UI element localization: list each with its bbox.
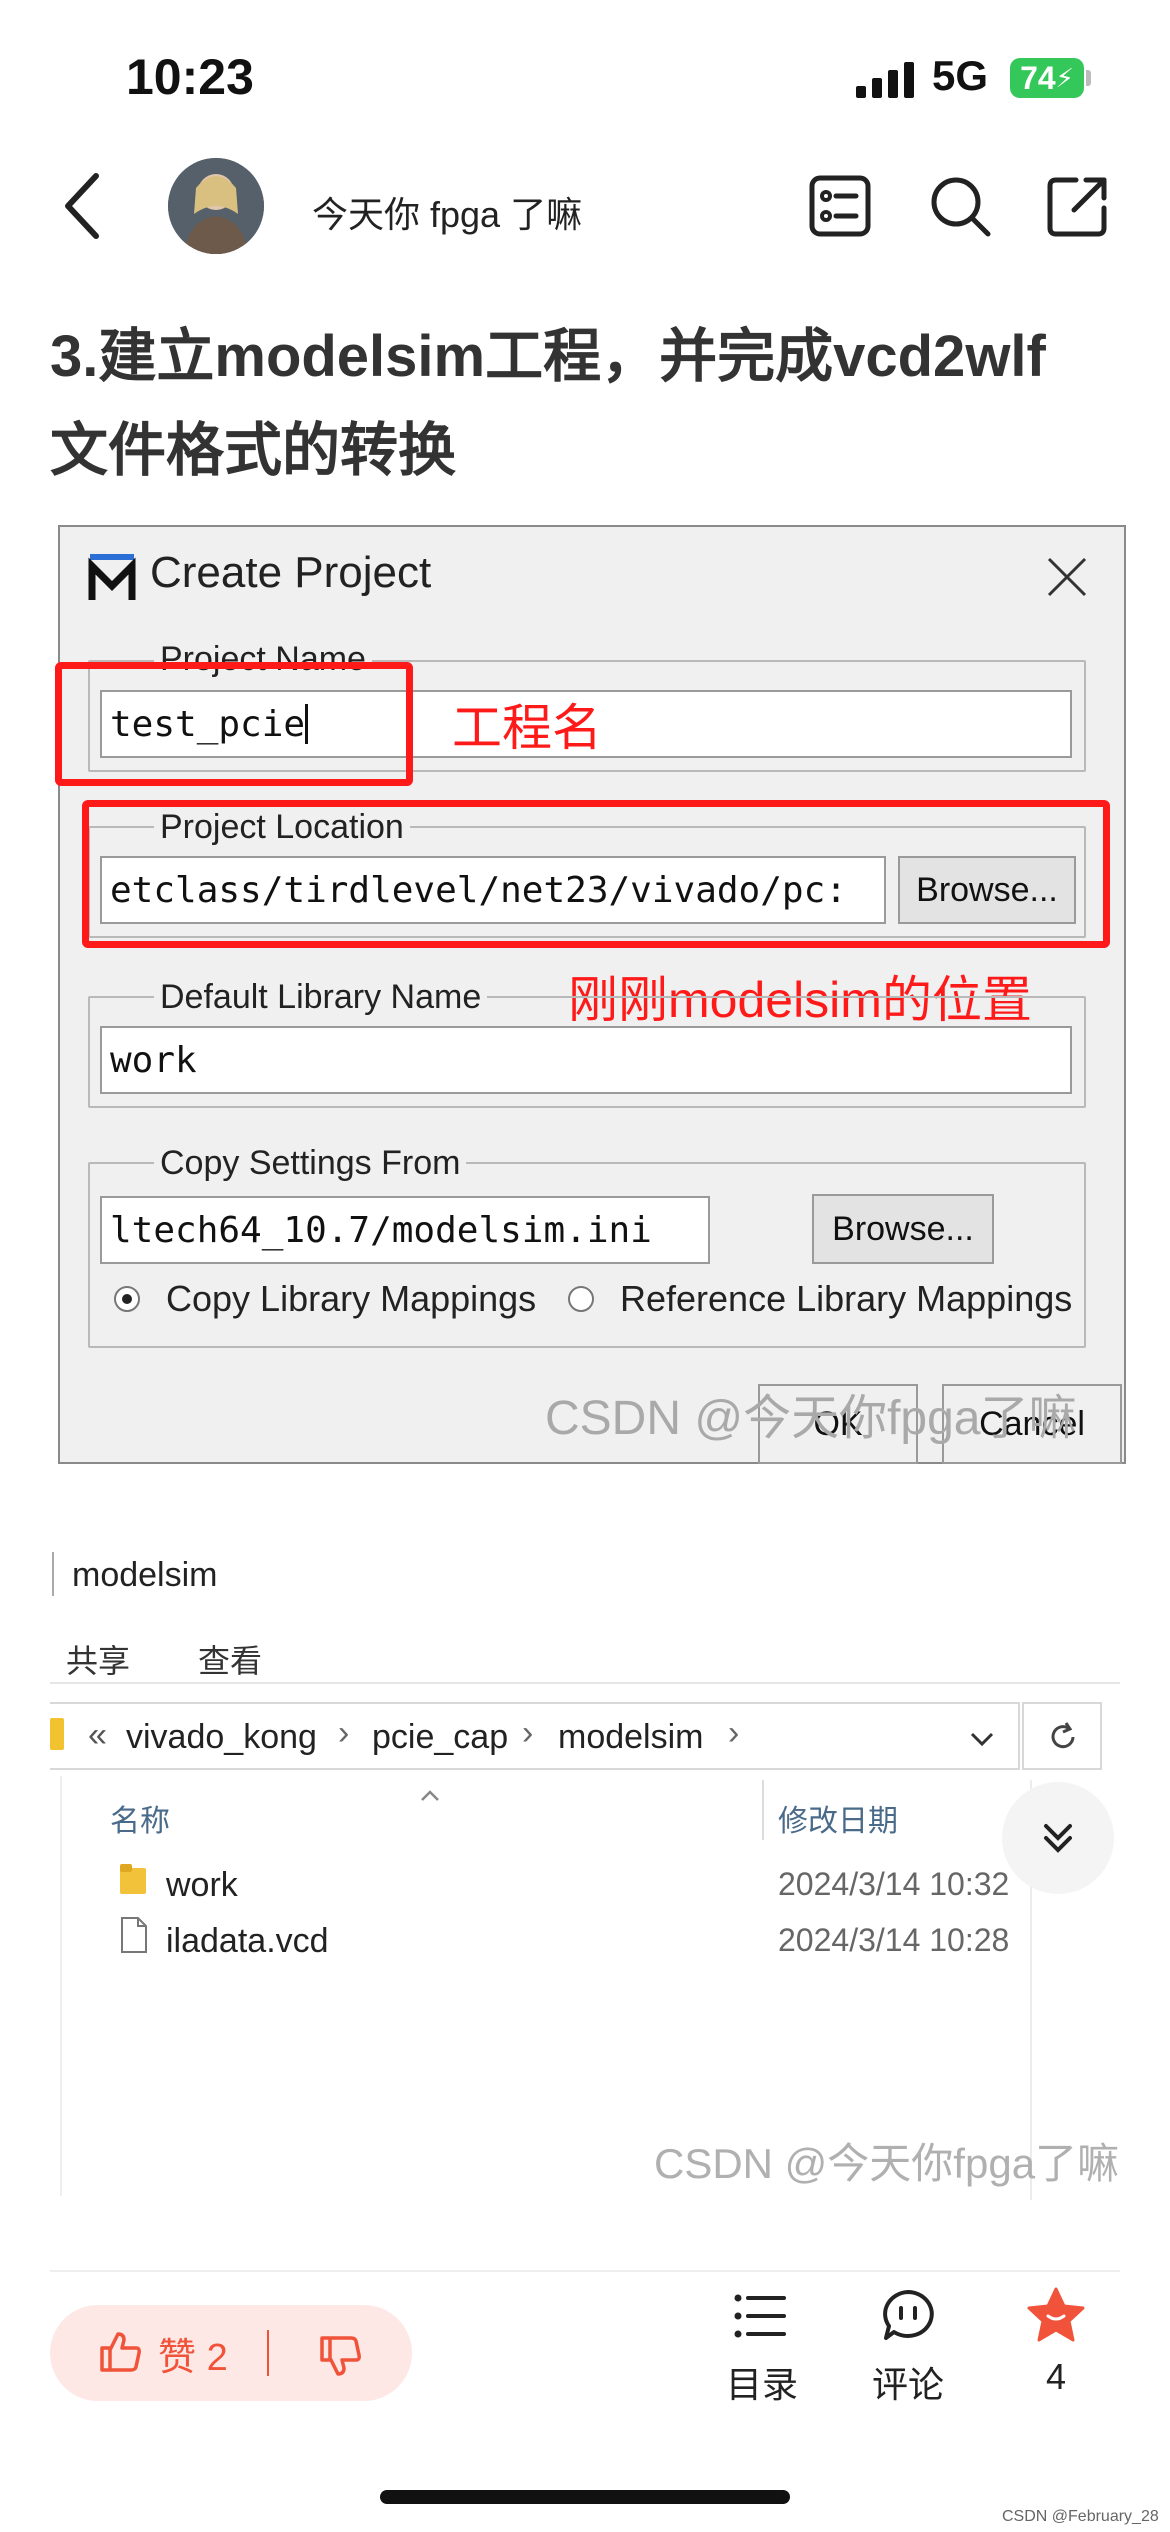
network-type: 5G <box>932 52 989 99</box>
explorer-title-divider <box>52 1552 54 1596</box>
breadcrumb-chevron-icon: › <box>522 1714 534 1752</box>
reference-mappings-radio[interactable] <box>568 1286 594 1312</box>
battery-icon: 74 ⚡ <box>1010 58 1084 98</box>
column-name-header[interactable]: 名称 <box>110 1796 170 1840</box>
file-date-work: 2024/3/14 10:32 <box>778 1866 1010 1902</box>
chevron-down-icon[interactable] <box>968 1724 996 1752</box>
search-icon[interactable] <box>928 174 992 238</box>
folder-icon <box>120 1864 146 1894</box>
list-icon[interactable] <box>808 174 872 238</box>
share-icon[interactable] <box>1046 174 1110 238</box>
menu-view[interactable]: 查看 <box>198 1636 262 1682</box>
corner-watermark: CSDN @February_28 <box>1002 2508 1159 2525</box>
menu-share[interactable]: 共享 <box>66 1636 130 1682</box>
copy-settings-label: Copy Settings From <box>154 1144 467 1183</box>
home-indicator[interactable] <box>380 2490 790 2504</box>
dialog-title: Create Project <box>150 548 432 597</box>
bottom-bar-divider <box>50 2270 1120 2272</box>
copy-mappings-label: Copy Library Mappings <box>166 1278 537 1319</box>
like-count: 2 <box>206 2337 228 2379</box>
project-name-highlight <box>55 662 413 786</box>
explorer-menu-separator <box>50 1682 1120 1684</box>
favorite-count: 4 <box>1046 2356 1067 2397</box>
copy-mappings-radio[interactable] <box>114 1286 140 1312</box>
breadcrumb-pcie-cap[interactable]: pcie_cap <box>372 1718 508 1757</box>
breadcrumb-chevron-icon: › <box>728 1714 740 1752</box>
dialog-watermark: CSDN @今天你fpga了嘛 <box>545 1392 1077 1445</box>
like-button[interactable]: 赞 2 <box>158 2326 228 2381</box>
breadcrumb-modelsim[interactable]: modelsim <box>558 1718 703 1757</box>
reference-mappings-label: Reference Library Mappings <box>620 1278 1073 1319</box>
like-label: 赞 <box>158 2337 197 2379</box>
file-date-iladata: 2024/3/14 10:28 <box>778 1922 1010 1958</box>
file-name-work[interactable]: work <box>166 1866 238 1905</box>
column-modified-header[interactable]: 修改日期 <box>778 1796 898 1840</box>
folder-icon <box>50 1718 64 1750</box>
comment-label[interactable]: 评论 <box>872 2356 944 2408</box>
modelsim-logo-icon <box>88 554 136 600</box>
sort-ascending-icon <box>421 1790 439 1801</box>
article-heading: 3.建立modelsim工程，并完成vcd2wlf文件格式的转换 <box>50 324 1046 483</box>
favorite-star-icon[interactable] <box>1026 2286 1086 2344</box>
like-divider <box>267 2330 269 2376</box>
breadcrumb-overflow[interactable]: « <box>88 1716 107 1755</box>
comment-icon[interactable] <box>880 2288 936 2344</box>
project-location-highlight <box>82 800 1110 948</box>
breadcrumb-chevron-icon: › <box>338 1714 350 1752</box>
explorer-window-title: modelsim <box>72 1556 218 1594</box>
breadcrumb-vivado-kong[interactable]: vivado_kong <box>126 1718 317 1757</box>
copy-settings-browse-button[interactable]: Browse... <box>812 1194 994 1264</box>
toc-label[interactable]: 目录 <box>726 2356 798 2408</box>
annotation-project-name: 工程名 <box>452 700 602 756</box>
explorer-watermark: CSDN @今天你fpga了嘛 <box>654 2140 1120 2187</box>
author-name[interactable]: 今天你 fpga 了嘛 <box>312 186 582 238</box>
battery-level: 74 <box>1020 59 1056 96</box>
battery-tip <box>1086 70 1091 86</box>
close-icon[interactable] <box>1045 555 1089 599</box>
scroll-down-button[interactable] <box>1002 1782 1114 1894</box>
file-name-iladata[interactable]: iladata.vcd <box>166 1922 329 1961</box>
copy-settings-input[interactable]: ltech64_10.7/modelsim.ini <box>100 1196 710 1264</box>
author-avatar[interactable] <box>168 158 264 254</box>
status-time: 10:23 <box>126 49 254 105</box>
double-chevron-down-icon <box>1044 1824 1072 1853</box>
refresh-icon <box>1051 1722 1075 1749</box>
back-arrow-icon[interactable] <box>60 168 110 244</box>
explorer-left-border <box>60 1776 62 2196</box>
cellular-signal-icon <box>856 58 916 98</box>
thumbs-down-icon[interactable] <box>316 2332 364 2380</box>
column-divider <box>762 1780 764 1840</box>
thumbs-up-icon[interactable] <box>96 2328 144 2376</box>
default-library-label: Default Library Name <box>154 978 488 1017</box>
default-library-input[interactable]: work <box>100 1026 1072 1094</box>
file-icon <box>121 1917 147 1953</box>
table-of-contents-icon[interactable] <box>732 2290 788 2342</box>
